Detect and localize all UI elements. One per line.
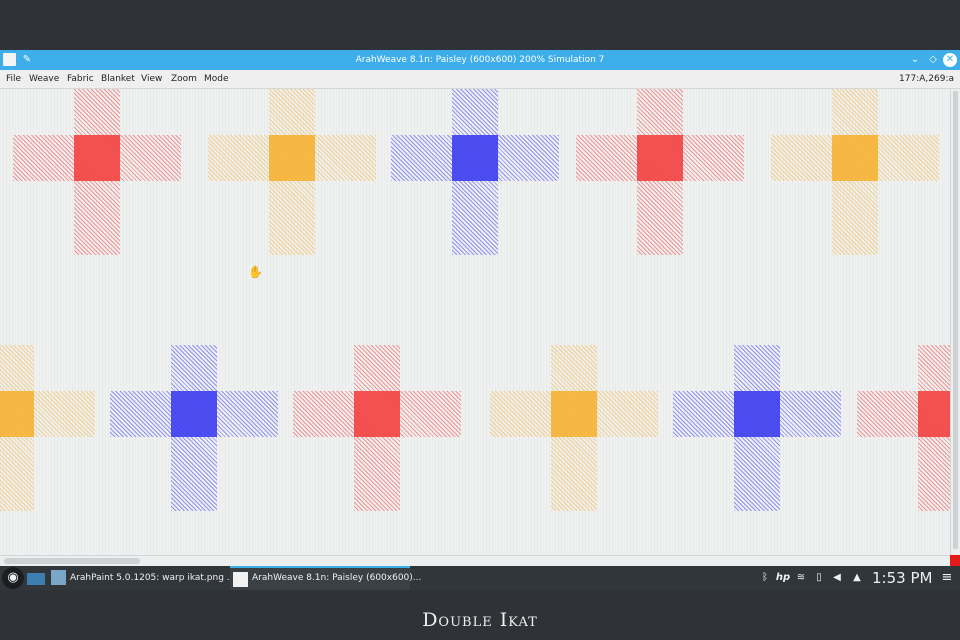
hand-cursor-icon: ✋: [248, 265, 263, 279]
taskbar: ◉ ArahPaint 5.0.1205: warp ikat.png ... …: [0, 566, 960, 590]
menu-file[interactable]: File: [6, 70, 21, 88]
hp-icon[interactable]: hp: [774, 566, 792, 590]
menu-blanket[interactable]: Blanket: [101, 70, 135, 88]
volume-icon[interactable]: ◀: [830, 566, 844, 590]
chevron-down-icon[interactable]: ⌄: [908, 53, 922, 67]
clipboard-icon[interactable]: ▯: [812, 566, 826, 590]
menu-icon[interactable]: ≡: [940, 566, 954, 590]
diamond-icon[interactable]: ◇: [926, 53, 940, 67]
clock[interactable]: 1:53 PM: [872, 566, 932, 590]
arahweave-window: ✎ ArahWeave 8.1n: Paisley (600x600) 200%…: [0, 50, 960, 567]
close-icon[interactable]: ✕: [943, 53, 957, 67]
wifi-icon[interactable]: ≋: [794, 566, 808, 590]
horizontal-scroll-thumb[interactable]: [4, 558, 140, 564]
top-dark-band: [0, 0, 960, 50]
caption: Double Ikat: [422, 609, 538, 631]
task-arahweave[interactable]: ArahWeave 8.1n: Paisley (600x600)...: [230, 566, 421, 590]
bluetooth-icon[interactable]: ᛒ: [758, 566, 772, 590]
task-label: ArahWeave 8.1n: Paisley (600x600)...: [252, 573, 422, 583]
vertical-scroll-thumb[interactable]: [953, 91, 958, 549]
vertical-scrollbar[interactable]: [950, 89, 960, 555]
color-indicator[interactable]: [950, 555, 960, 566]
cursor-coordinates: 177:A,269:a: [899, 74, 954, 84]
task-arahpaint[interactable]: ArahPaint 5.0.1205: warp ikat.png ...: [48, 566, 235, 590]
arahweave-icon: [233, 572, 248, 587]
fabric-simulation-canvas[interactable]: ✋: [0, 89, 950, 555]
menu-view[interactable]: View: [141, 70, 162, 88]
menu-zoom[interactable]: Zoom: [171, 70, 197, 88]
application-launcher-icon[interactable]: ◉: [2, 567, 24, 589]
desktop-pager[interactable]: [27, 573, 45, 585]
menu-mode[interactable]: Mode: [204, 70, 229, 88]
task-label: ArahPaint 5.0.1205: warp ikat.png ...: [70, 573, 236, 583]
arahpaint-icon: [51, 570, 66, 585]
arrow-up-icon[interactable]: ▲: [850, 566, 864, 590]
menu-fabric[interactable]: Fabric: [67, 70, 94, 88]
window-title: ArahWeave 8.1n: Paisley (600x600) 200% S…: [355, 55, 605, 65]
menu-bar: File Weave Fabric Blanket View Zoom Mode…: [0, 70, 960, 89]
title-bar[interactable]: ✎ ArahWeave 8.1n: Paisley (600x600) 200%…: [0, 50, 960, 70]
menu-weave[interactable]: Weave: [29, 70, 59, 88]
